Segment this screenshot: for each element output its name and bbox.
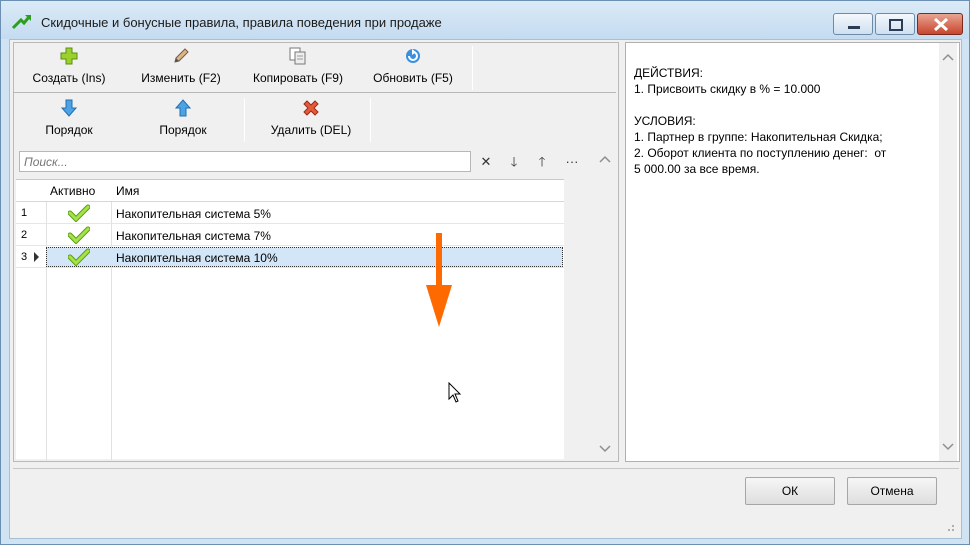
toolbar-separator <box>244 98 245 142</box>
rules-panel: Создать (Ins) Изменить (F2) Копировать (… <box>13 42 619 462</box>
check-icon <box>68 248 90 266</box>
dialog-window: Скидочные и бонусные правила, правила по… <box>0 0 970 545</box>
edit-label: Изменить (F2) <box>141 71 221 85</box>
rule-name: Накопительная система 5% <box>116 207 271 221</box>
move-down-button[interactable]: Порядок <box>20 95 118 143</box>
ok-button[interactable]: ОК <box>745 477 835 505</box>
close-icon <box>933 17 949 32</box>
minimize-icon <box>848 26 860 29</box>
clear-search-button[interactable]: ✕ <box>476 153 496 171</box>
title-bar[interactable]: Скидочные и бонусные правила, правила по… <box>1 1 969 39</box>
move-down-label: Порядок <box>45 123 93 137</box>
move-up-label: Порядок <box>159 123 207 137</box>
delete-button[interactable]: Удалить (DEL) <box>257 95 365 143</box>
plus-icon <box>60 47 78 65</box>
delete-x-icon <box>303 100 319 116</box>
scroll-up-icon[interactable] <box>942 53 954 61</box>
mouse-cursor-icon <box>448 382 462 403</box>
cancel-button[interactable]: Отмена <box>847 477 937 505</box>
green-arrow-icon <box>11 15 31 30</box>
window-title: Скидочные и бонусные правила, правила по… <box>41 15 442 30</box>
toolbar-separator <box>472 46 473 90</box>
resize-grip-icon[interactable] <box>945 522 955 532</box>
rule-details-text: ДЕЙСТВИЯ: 1. Присвоить скидку в % = 10.0… <box>634 66 887 176</box>
search-prev-button[interactable]: 🡑 <box>532 153 552 171</box>
arrow-down-icon <box>60 99 78 117</box>
refresh-button[interactable]: Обновить (F5) <box>364 43 462 91</box>
dialog-button-bar: ОК Отмена <box>13 468 959 536</box>
copy-label: Копировать (F9) <box>253 71 343 85</box>
scroll-up-icon[interactable] <box>599 155 611 163</box>
annotation-arrow-icon <box>426 233 452 327</box>
create-label: Создать (Ins) <box>32 71 106 85</box>
close-button[interactable] <box>917 13 963 35</box>
search-next-button[interactable]: 🡓 <box>504 153 524 171</box>
minimize-button[interactable] <box>833 13 873 35</box>
move-up-button[interactable]: Порядок <box>134 95 232 143</box>
dialog-client-area: Создать (Ins) Изменить (F2) Копировать (… <box>9 39 962 539</box>
grid-scrollbar[interactable] <box>596 151 614 459</box>
current-row-indicator-icon <box>34 252 39 262</box>
scroll-down-icon[interactable] <box>942 443 954 451</box>
search-box[interactable] <box>19 151 471 172</box>
copy-icon <box>289 47 306 65</box>
table-row[interactable]: 2 Накопительная система 7% <box>16 224 564 246</box>
rules-grid: Активно Имя 1 Накопительная система 5% 2 <box>16 179 564 460</box>
copy-button[interactable]: Копировать (F9) <box>244 43 352 91</box>
clear-icon: ✕ <box>480 154 492 169</box>
ellipsis-icon: ··· <box>565 154 579 169</box>
refresh-icon <box>406 49 420 63</box>
search-input[interactable] <box>20 152 460 171</box>
create-button[interactable]: Создать (Ins) <box>20 43 118 91</box>
arrow-up-small-icon: 🡑 <box>538 154 546 169</box>
arrow-up-icon <box>174 99 192 117</box>
scroll-down-icon[interactable] <box>599 445 611 453</box>
column-header-name[interactable]: Имя <box>116 184 139 198</box>
rule-name: Накопительная система 10% <box>116 251 278 265</box>
table-row-selected[interactable]: 3 Накопительная система 10% <box>16 246 564 268</box>
column-header-active[interactable]: Активно <box>50 184 95 198</box>
edit-button[interactable]: Изменить (F2) <box>132 43 230 91</box>
toolbar-separator <box>370 98 371 142</box>
row-number: 1 <box>21 207 28 219</box>
row-number: 3 <box>21 251 28 263</box>
search-options-button[interactable]: ··· <box>562 153 582 171</box>
delete-label: Удалить (DEL) <box>270 123 352 137</box>
refresh-label: Обновить (F5) <box>373 71 453 85</box>
rule-details-panel: ДЕЙСТВИЯ: 1. Присвоить скидку в % = 10.0… <box>625 42 960 462</box>
rule-name: Накопительная система 7% <box>116 229 271 243</box>
arrow-down-small-icon: 🡓 <box>510 154 518 169</box>
row-number: 2 <box>21 229 28 241</box>
maximize-button[interactable] <box>875 13 915 35</box>
check-icon <box>68 226 90 244</box>
details-scrollbar[interactable] <box>939 43 957 461</box>
pencil-icon <box>174 48 189 63</box>
check-icon <box>68 204 90 222</box>
grid-header: Активно Имя <box>16 180 564 202</box>
toolbar-row-2: Порядок Порядок Удалить (DEL) <box>14 95 616 145</box>
maximize-icon <box>889 19 903 31</box>
table-row[interactable]: 1 Накопительная система 5% <box>16 202 564 224</box>
toolbar-row-1: Создать (Ins) Изменить (F2) Копировать (… <box>14 43 616 93</box>
